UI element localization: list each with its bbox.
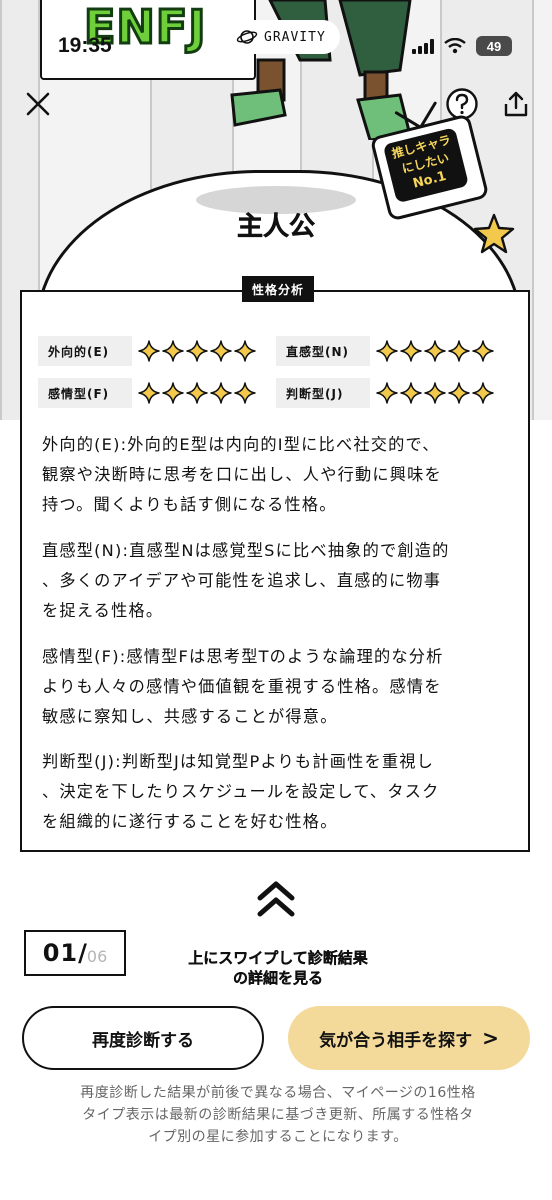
sparkle-star-icon <box>210 382 232 404</box>
sparkle-star-icon <box>186 340 208 362</box>
sparkle-star-icon <box>162 340 184 362</box>
trait-description-judging: 判断型(J):判断型Jは知覚型Pよりも計画性を重視し 、決定を下したりスケジュー… <box>42 747 518 837</box>
description-line: 直感型(N):直感型Nは感覚型Sに比べ抽象的で創造的 <box>42 541 450 560</box>
chevron-right-icon: > <box>482 1026 499 1050</box>
page-counter: 01 / 06 <box>24 930 126 976</box>
trait-star-rating <box>138 340 256 362</box>
app-name: GRAVITY <box>264 29 326 45</box>
trait-star-rating <box>138 382 256 404</box>
battery-indicator: 49 <box>476 36 512 56</box>
trait-star-rating <box>376 382 494 404</box>
note-line: イプ別の星に参加することになります。 <box>148 1129 408 1145</box>
trait-row-intuitive: 直感型(N) <box>276 336 494 366</box>
sparkle-star-icon <box>448 340 470 362</box>
trait-label: 感情型(F) <box>38 378 132 408</box>
trait-description-intuitive: 直感型(N):直感型Nは感覚型Sに比べ抽象的で創造的 、多くのアイデアや可能性を… <box>42 536 518 626</box>
description-line: 敏感に察知し、共感することが得意。 <box>42 707 338 726</box>
sparkle-star-icon <box>234 340 256 362</box>
trait-star-rating <box>376 340 494 362</box>
trait-description-extraverted: 外向的(E):外向的E型は内向的I型に比べ社交的で、 観察や決断時に思考を口に出… <box>42 430 518 520</box>
sparkle-star-icon <box>376 340 398 362</box>
sparkle-star-icon <box>400 340 422 362</box>
planet-icon <box>236 30 258 44</box>
page-separator: / <box>78 939 87 967</box>
trait-label: 判断型(J) <box>276 378 370 408</box>
sparkle-star-icon <box>162 382 184 404</box>
trait-row-extraverted: 外向的(E) <box>38 336 256 366</box>
analysis-tag: 性格分析 <box>242 276 315 302</box>
retry-button-label: 再度診断する <box>92 1030 194 1051</box>
description-line: を捉える性格。 <box>42 601 164 620</box>
trait-row-judging: 判断型(J) <box>276 378 494 408</box>
sparkle-star-icon <box>186 382 208 404</box>
swipe-hint: 上にスワイプして診断結果 の詳細を見る <box>150 948 406 988</box>
sparkle-star-icon <box>234 382 256 404</box>
note-line: タイプ表示は最新の診断結果に基づき更新、所属する性格タ <box>82 1107 474 1123</box>
app-badge: GRAVITY <box>228 20 340 54</box>
sparkle-star-icon <box>424 340 446 362</box>
sparkle-star-icon <box>138 340 160 362</box>
find-match-button[interactable]: 気が合う相手を探す > <box>288 1006 530 1070</box>
status-time: 19:35 <box>58 34 112 57</box>
swipe-hint-line: 上にスワイプして診断結果 <box>188 949 368 967</box>
swipe-hint-line: の詳細を見る <box>232 969 323 987</box>
match-button-label: 気が合う相手を探す <box>319 1030 473 1051</box>
sparkle-star-icon <box>210 340 232 362</box>
trait-label: 直感型(N) <box>276 336 370 366</box>
trait-label: 外向的(E) <box>38 336 132 366</box>
share-button[interactable] <box>494 82 538 126</box>
description-line: 、多くのアイデアや可能性を追求し、直感的に物事 <box>42 571 442 590</box>
description-line: 感情型(F):感情型Fは思考型Tのような論理的な分析 <box>42 647 444 666</box>
description-line: 判断型(J):判断型Jは知覚型Pよりも計画性を重視し <box>42 752 435 771</box>
swipe-up-chevron-icon[interactable] <box>254 878 298 922</box>
description-line: 持つ。聞くよりも話す側になる性格。 <box>42 495 337 514</box>
page-current: 01 <box>42 939 79 967</box>
description-line: を組織的に遂行することを好む性格。 <box>42 812 338 831</box>
cellular-signal-icon <box>412 38 434 54</box>
trait-description-feeling: 感情型(F):感情型Fは思考型Tのような論理的な分析 よりも人々の感情や価値観を… <box>42 642 518 732</box>
description-line: 、決定を下したりスケジュールを設定して、タスク <box>42 782 440 801</box>
page-total: 06 <box>86 946 108 966</box>
share-icon <box>504 91 528 117</box>
sparkle-star-icon <box>424 382 446 404</box>
wifi-icon <box>444 38 466 54</box>
sparkle-star-icon <box>472 382 494 404</box>
description-line: よりも人々の感情や価値観を重視する性格。感情を <box>42 677 442 696</box>
tv-screen: 推しキャラ にしたい No.1 <box>382 127 470 204</box>
trait-row-feeling: 感情型(F) <box>38 378 256 408</box>
sparkle-star-icon <box>376 382 398 404</box>
sparkle-star-icon <box>400 382 422 404</box>
close-icon <box>26 92 50 116</box>
note-line: 再度診断した結果が前後で異なる場合、マイページの16性格 <box>80 1085 476 1101</box>
result-update-note: 再度診断した結果が前後で異なる場合、マイページの16性格 タイプ表示は最新の診断… <box>38 1082 518 1148</box>
description-line: 外向的(E):外向的E型は内向的I型に比べ社交的で、 <box>42 435 440 454</box>
sparkle-star-icon <box>138 382 160 404</box>
character-title: 主人公 <box>236 212 316 243</box>
retry-diagnosis-button[interactable]: 再度診断する <box>22 1006 264 1070</box>
status-icons: 49 <box>412 36 512 56</box>
sparkle-star-icon <box>448 382 470 404</box>
description-line: 観察や決断時に思考を口に出し、人や行動に興味を <box>42 465 442 484</box>
sparkle-star-icon <box>472 340 494 362</box>
close-button[interactable] <box>16 82 60 126</box>
